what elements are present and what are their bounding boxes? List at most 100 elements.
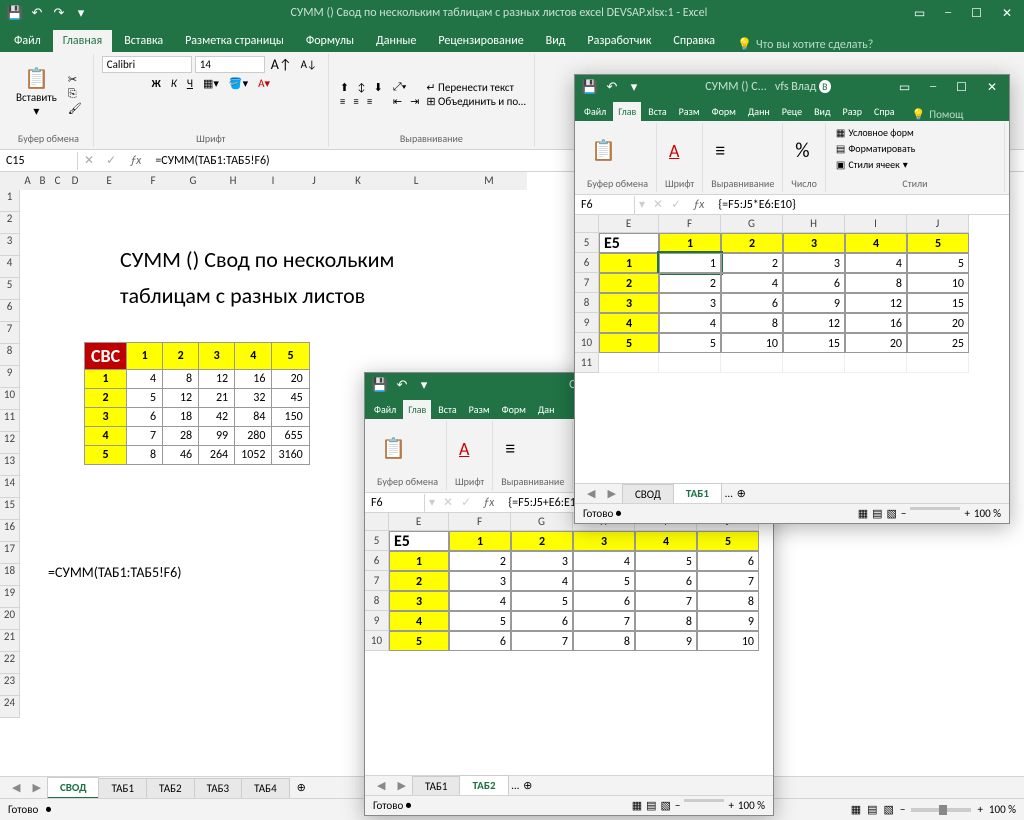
c2-qat-drop-icon[interactable]: ▾ (415, 376, 433, 394)
tab-formulas[interactable]: Формулы (296, 30, 364, 52)
indent-dec-icon[interactable]: ⇤ (390, 95, 405, 108)
indent-inc-icon[interactable]: ⇥ (407, 95, 422, 108)
c1-qat-drop-icon[interactable]: ▾ (625, 78, 643, 96)
c1-ribbon-opts-icon[interactable]: ▭ (893, 80, 916, 95)
c2-tab-file[interactable]: Файл (369, 400, 401, 419)
align-top-icon[interactable]: ⬆ (337, 81, 352, 94)
italic-button[interactable]: К (168, 77, 180, 90)
c1-tab-data[interactable]: Данн (743, 102, 775, 121)
bold-button[interactable]: Ж (149, 77, 164, 90)
name-box[interactable]: C15 (0, 152, 78, 170)
font-name-input[interactable] (102, 56, 192, 73)
c2-tab-insert[interactable]: Вста (433, 400, 461, 419)
sheet-tab-tab4[interactable]: ТАБ4 (241, 778, 290, 798)
c1-tab-layout[interactable]: Разм (674, 102, 705, 121)
c1-close-icon[interactable]: ✕ (981, 80, 1003, 95)
qat-dropdown-icon[interactable]: ▾ (72, 4, 90, 22)
c1-tab-help[interactable]: Спра (869, 102, 900, 121)
c2-name-box[interactable]: F6 (365, 494, 425, 512)
fx-icon[interactable]: ƒx (122, 154, 149, 168)
border-icon[interactable]: ▦▾ (200, 77, 222, 90)
save-icon[interactable]: 💾 (6, 4, 24, 22)
sheet-tab-svod[interactable]: СВОД (47, 777, 100, 799)
c1-nav-prev-icon[interactable]: ◀ (581, 487, 601, 500)
c1-formula-input[interactable] (712, 196, 1009, 214)
tab-help[interactable]: Справка (663, 30, 725, 52)
c1-number-button[interactable]: % (791, 139, 813, 163)
c1-undo-icon[interactable]: ↶ (603, 78, 621, 96)
c1-paste-button[interactable]: 📋 (587, 139, 620, 163)
sheet-tab-tab1[interactable]: ТАБ1 (98, 778, 147, 798)
view-break-icon[interactable]: ▧ (884, 803, 894, 816)
c1-format-table-button[interactable]: ▤Форматировать (834, 141, 917, 156)
tab-file[interactable]: Файл (4, 30, 51, 52)
tab-home[interactable]: Главная (53, 30, 112, 52)
merge-button[interactable]: ⊞ Объединить и по… (426, 95, 525, 108)
align-right-icon[interactable]: ≡ (364, 95, 375, 108)
c2-fx-icon[interactable]: ƒx (475, 496, 502, 510)
c1-fx-icon[interactable]: ƒx (685, 198, 712, 212)
c2-font-button[interactable]: А (455, 436, 473, 462)
add-sheet-icon[interactable]: ⊕ (289, 781, 314, 794)
font-color-icon[interactable]: A▾ (255, 77, 273, 90)
underline-button[interactable]: Ч (184, 77, 196, 90)
view-layout-icon[interactable]: ▤ (867, 803, 877, 816)
shrink-font-icon[interactable]: A↓ (298, 58, 320, 71)
c1-tab-insert[interactable]: Вста (643, 102, 671, 121)
fill-color-icon[interactable]: 🪣▾ (226, 77, 251, 90)
grow-font-icon[interactable]: A↑ (268, 56, 295, 73)
c2-nav-prev-icon[interactable]: ◀ (371, 779, 391, 792)
cancel-formula-icon[interactable]: ✕ (78, 153, 100, 168)
copy-icon[interactable]: ⎘ (65, 87, 85, 101)
tab-review[interactable]: Рецензирование (428, 30, 533, 52)
c1-max-icon[interactable]: ☐ (950, 80, 973, 95)
wrap-text-button[interactable]: ↵ Перенести текст (426, 81, 525, 94)
orientation-icon[interactable]: ⤢▾ (390, 80, 422, 94)
c1-tab-view[interactable]: Вид (809, 102, 835, 121)
format-painter-icon[interactable]: 🖌 (65, 102, 85, 115)
c2-tab-home[interactable]: Глав (403, 400, 431, 419)
close-icon[interactable]: ✕ (996, 6, 1018, 21)
macro-rec-icon[interactable]: ⏺ (46, 803, 52, 816)
c1-sheet-tab1[interactable]: ТАБ1 (673, 483, 722, 505)
align-center-icon[interactable]: ≡ (350, 95, 361, 108)
c2-sheet-tab2[interactable]: ТАБ2 (459, 775, 508, 797)
c2-tab-layout[interactable]: Разм (464, 400, 495, 419)
redo-icon[interactable]: ↷ (50, 4, 68, 22)
sheet-nav-prev-icon[interactable]: ◀ (6, 781, 26, 794)
c1-align-button[interactable]: ≡ (711, 139, 729, 163)
accept-formula-icon[interactable]: ✓ (100, 153, 122, 168)
c2-align-button[interactable]: ≡ (501, 437, 519, 461)
c1-cell-styles-button[interactable]: ▣Стили ячеек ▾ (834, 157, 910, 172)
c1-tab-dev[interactable]: Разр (838, 102, 867, 121)
c1-nav-next-icon[interactable]: ▶ (601, 487, 621, 500)
c2-undo-icon[interactable]: ↶ (393, 376, 411, 394)
tab-developer[interactable]: Разработчик (577, 30, 661, 52)
c1-cond-format-button[interactable]: ▦Условное форм (834, 125, 916, 140)
c2-tab-form[interactable]: Форм (497, 400, 531, 419)
align-bottom-icon[interactable]: ⬇ (371, 81, 386, 94)
c2-sheet-tab1[interactable]: ТАБ1 (412, 776, 461, 796)
c1-tab-home[interactable]: Глав (613, 102, 641, 121)
c2-add-sheet-icon[interactable]: ⊕ (523, 779, 532, 792)
zoom-level[interactable]: 100 % (989, 803, 1016, 816)
c1-tab-file[interactable]: Файл (579, 102, 611, 121)
tab-data[interactable]: Данные (366, 30, 426, 52)
c1-font-button[interactable]: А (665, 138, 683, 164)
c2-macro-icon[interactable]: ⏺ (406, 799, 412, 812)
c1-tab-review[interactable]: Реце (777, 102, 807, 121)
c1-save-icon[interactable]: 💾 (581, 78, 599, 96)
ribbon-options-icon[interactable]: ▭ (908, 6, 931, 21)
tab-insert[interactable]: Вставка (114, 30, 173, 52)
c1-name-box[interactable]: F6 (575, 196, 635, 214)
sheet-tab-tab2[interactable]: ТАБ2 (146, 778, 195, 798)
align-left-icon[interactable]: ≡ (337, 95, 348, 108)
undo-icon[interactable]: ↶ (28, 4, 46, 22)
zoom-out-icon[interactable]: − (900, 803, 905, 816)
c2-save-icon[interactable]: 💾 (371, 376, 389, 394)
c1-tellme[interactable]: 💡Помощ (912, 108, 964, 121)
c1-sheet-svod[interactable]: СВОД (622, 484, 674, 504)
view-normal-icon[interactable]: ▦ (851, 803, 861, 816)
sheet-tab-tab3[interactable]: ТАБ3 (194, 778, 243, 798)
c1-min-icon[interactable]: ─ (924, 80, 942, 95)
